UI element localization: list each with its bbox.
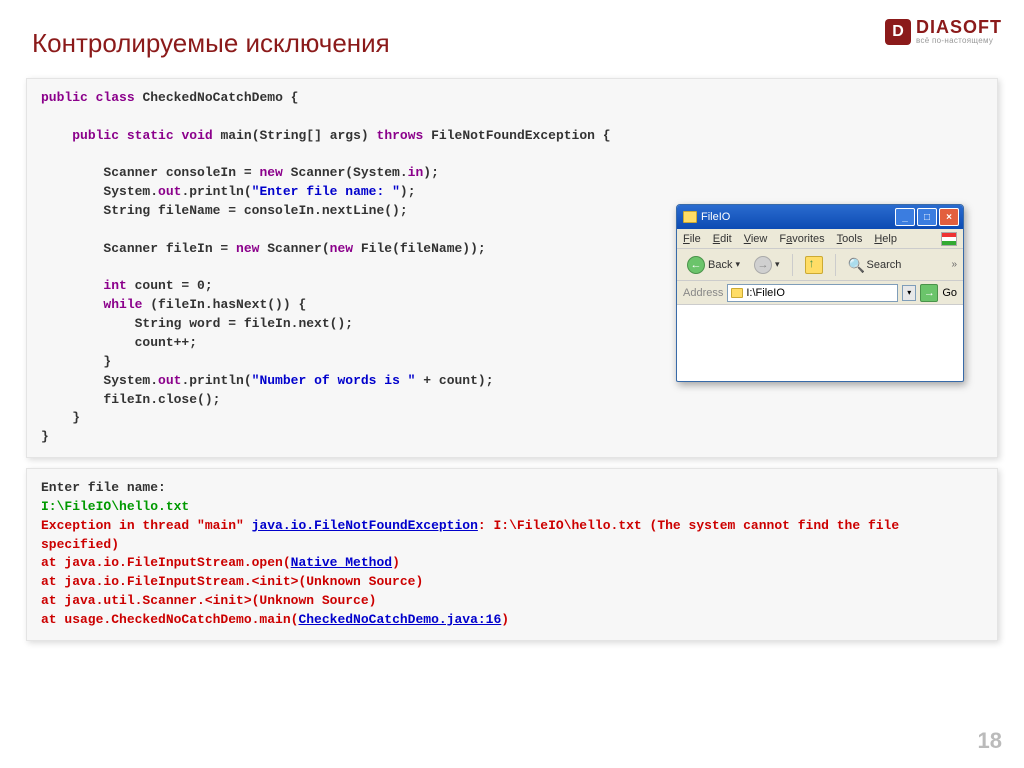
code-token: System. bbox=[41, 373, 158, 388]
console-link: Native Method bbox=[291, 555, 392, 570]
code-token: Scanner consoleIn = bbox=[41, 165, 259, 180]
code-token: fileIn.close(); bbox=[41, 392, 220, 407]
code-token: in bbox=[408, 165, 424, 180]
explorer-addressbar: Address I:\FileIO ▾ → Go bbox=[677, 281, 963, 305]
code-token: int bbox=[103, 278, 126, 293]
close-button[interactable]: × bbox=[939, 208, 959, 226]
code-token: new bbox=[259, 165, 282, 180]
brand-mark: D bbox=[885, 19, 911, 45]
explorer-body[interactable] bbox=[677, 305, 963, 375]
code-token: count = 0; bbox=[127, 278, 213, 293]
code-token: throws bbox=[377, 128, 424, 143]
brand-logo: D DIASOFT всё по-настоящему bbox=[885, 18, 1002, 45]
separator bbox=[835, 254, 836, 276]
code-token: ); bbox=[400, 184, 416, 199]
code-token: .println( bbox=[181, 373, 251, 388]
address-value: I:\FileIO bbox=[746, 287, 785, 299]
code-token: void bbox=[181, 128, 212, 143]
code-token: static bbox=[127, 128, 174, 143]
menu-help[interactable]: Help bbox=[874, 233, 897, 245]
console-line: at java.util.Scanner.<init>(Unknown Sour… bbox=[41, 593, 376, 608]
separator bbox=[792, 254, 793, 276]
windows-flag-icon bbox=[941, 232, 957, 246]
console-line: ) bbox=[392, 555, 400, 570]
code-token: (fileIn.hasNext()) { bbox=[142, 297, 306, 312]
brand-tagline: всё по-настоящему bbox=[916, 36, 1002, 45]
code-token: "Enter file name: " bbox=[252, 184, 400, 199]
back-icon: ← bbox=[687, 256, 705, 274]
menu-file[interactable]: File bbox=[683, 233, 701, 245]
console-line: I:\FileIO\hello.txt bbox=[41, 499, 189, 514]
code-token: System. bbox=[41, 184, 158, 199]
console-line: at java.io.FileInputStream.<init>(Unknow… bbox=[41, 574, 423, 589]
code-token: CheckedNoCatchDemo { bbox=[135, 90, 299, 105]
console-line: Enter file name: bbox=[41, 480, 166, 495]
console-line: at usage.CheckedNoCatchDemo.main( bbox=[41, 612, 298, 627]
code-token: out bbox=[158, 184, 181, 199]
chevron-down-icon: ▾ bbox=[775, 259, 780, 270]
chevron-down-icon: ▾ bbox=[735, 259, 740, 270]
page-title: Контролируемые исключения bbox=[32, 28, 390, 59]
explorer-menubar: File Edit View Favorites Tools Help bbox=[677, 229, 963, 249]
forward-button[interactable]: → ▾ bbox=[750, 254, 784, 276]
console-link: CheckedNoCatchDemo.java:16 bbox=[298, 612, 501, 627]
code-token: while bbox=[103, 297, 142, 312]
code-token: String fileName = consoleIn.nextLine(); bbox=[41, 203, 408, 218]
code-token: main(String[] args) bbox=[213, 128, 377, 143]
code-token: .println( bbox=[181, 184, 251, 199]
code-token: + count); bbox=[415, 373, 493, 388]
forward-icon: → bbox=[754, 256, 772, 274]
page-number: 18 bbox=[978, 728, 1002, 754]
back-button[interactable]: ← Back ▾ bbox=[683, 254, 744, 276]
code-token: Scanner(System. bbox=[283, 165, 408, 180]
folder-icon bbox=[683, 211, 697, 223]
address-label: Address bbox=[683, 287, 723, 299]
menu-edit[interactable]: Edit bbox=[713, 233, 732, 245]
menu-tools[interactable]: Tools bbox=[837, 233, 863, 245]
code-token: out bbox=[158, 373, 181, 388]
explorer-window: FileIO _ □ × File Edit View Favorites To… bbox=[676, 204, 964, 382]
search-label: Search bbox=[867, 259, 902, 271]
brand-name: DIASOFT bbox=[916, 18, 1002, 36]
code-token: "Number of words is " bbox=[252, 373, 416, 388]
explorer-title: FileIO bbox=[701, 211, 893, 223]
back-label: Back bbox=[708, 259, 732, 271]
address-dropdown-button[interactable]: ▾ bbox=[902, 285, 916, 301]
up-button[interactable] bbox=[801, 254, 827, 276]
code-token: String word = fileIn.next(); bbox=[41, 316, 353, 331]
console-line: ) bbox=[501, 612, 509, 627]
code-token: FileNotFoundException { bbox=[423, 128, 610, 143]
code-token: new bbox=[236, 241, 259, 256]
go-label: Go bbox=[942, 287, 957, 299]
minimize-button[interactable]: _ bbox=[895, 208, 915, 226]
code-token: public bbox=[41, 90, 88, 105]
search-icon: 🔍 bbox=[848, 257, 864, 273]
code-token: } bbox=[41, 354, 111, 369]
explorer-toolbar: ← Back ▾ → ▾ 🔍 Search » bbox=[677, 249, 963, 281]
code-token: class bbox=[96, 90, 135, 105]
code-token: count++; bbox=[41, 335, 197, 350]
menu-favorites[interactable]: Favorites bbox=[779, 233, 824, 245]
menu-view[interactable]: View bbox=[744, 233, 768, 245]
code-token: } bbox=[41, 429, 49, 444]
code-token: Scanner fileIn = bbox=[41, 241, 236, 256]
code-token: public bbox=[72, 128, 119, 143]
go-button[interactable]: → bbox=[920, 284, 938, 302]
search-button[interactable]: 🔍 Search bbox=[844, 255, 906, 275]
maximize-button[interactable]: □ bbox=[917, 208, 937, 226]
console-link: java.io.FileNotFoundException bbox=[252, 518, 478, 533]
console-line: Exception in thread "main" bbox=[41, 518, 252, 533]
code-token: ); bbox=[423, 165, 439, 180]
code-token: File(fileName)); bbox=[353, 241, 486, 256]
folder-icon bbox=[731, 288, 743, 298]
address-field[interactable]: I:\FileIO bbox=[727, 284, 898, 302]
console-line: at java.io.FileInputStream.open( bbox=[41, 555, 291, 570]
code-token: new bbox=[330, 241, 353, 256]
code-token: } bbox=[41, 410, 80, 425]
explorer-titlebar[interactable]: FileIO _ □ × bbox=[677, 205, 963, 229]
toolbar-overflow-icon[interactable]: » bbox=[951, 259, 957, 270]
code-token: Scanner( bbox=[259, 241, 329, 256]
up-folder-icon bbox=[805, 256, 823, 274]
console-panel: Enter file name: I:\FileIO\hello.txt Exc… bbox=[26, 468, 998, 641]
